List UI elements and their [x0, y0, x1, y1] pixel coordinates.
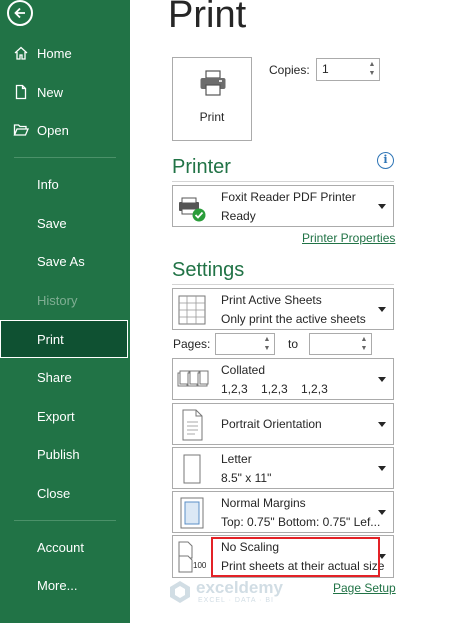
sheet-grid-icon [177, 293, 207, 327]
watermark: exceldemy EXCEL · DATA · BI [168, 578, 318, 608]
backstage-sidebar: Home New Open Info Save Save As History … [0, 0, 130, 623]
highlight-box [211, 537, 380, 577]
print-what-dropdown[interactable]: Print Active Sheets Only print the activ… [172, 288, 394, 330]
sidebar-item-share[interactable]: Share [0, 358, 130, 396]
sidebar-item-close[interactable]: Close [0, 474, 130, 512]
spin-arrows-icon[interactable]: ▲ ▼ [367, 60, 377, 78]
pages-label: Pages: [173, 337, 211, 351]
watermark-logo-icon [170, 581, 190, 603]
print-button[interactable]: Print [172, 57, 252, 141]
chevron-down-icon [378, 422, 386, 427]
pages-from-input[interactable]: ▲ ▼ [215, 333, 275, 355]
sidebar-item-label: Info [37, 176, 59, 192]
open-folder-icon [13, 122, 29, 138]
sidebar-item-more[interactable]: More... [0, 566, 130, 604]
collation-subtitle: 1,2,3 1,2,3 1,2,3 [221, 382, 328, 396]
sidebar-divider [14, 520, 116, 521]
margins-title: Normal Margins [221, 496, 306, 510]
section-divider [172, 181, 394, 182]
printer-name: Foxit Reader PDF Printer [221, 190, 356, 204]
copies-label: Copies: [269, 63, 310, 77]
sidebar-item-account[interactable]: Account [0, 528, 130, 566]
sidebar-item-print[interactable]: Print [0, 320, 128, 358]
page-setup-link[interactable]: Page Setup [333, 581, 396, 595]
sidebar-item-info[interactable]: Info [0, 165, 130, 203]
margins-dropdown[interactable]: Normal Margins Top: 0.75" Bottom: 0.75" … [172, 491, 394, 533]
print-button-label: Print [199, 110, 225, 124]
copies-value: 1 [322, 62, 329, 76]
sidebar-item-history: History [0, 281, 130, 319]
sidebar-item-label: Share [37, 369, 72, 385]
watermark-name: exceldemy [196, 578, 283, 597]
section-divider [172, 284, 394, 285]
page-title: Print [168, 0, 247, 36]
chevron-down-icon [378, 510, 386, 515]
print-what-title: Print Active Sheets [221, 293, 322, 307]
sidebar-item-label: Open [37, 122, 69, 138]
printer-properties-link[interactable]: Printer Properties [302, 231, 395, 245]
sidebar-item-label: History [37, 292, 78, 308]
collation-dropdown[interactable]: Collated 1,2,3 1,2,3 1,2,3 [172, 358, 394, 400]
paper-size-subtitle: 8.5" x 11" [221, 471, 272, 485]
sidebar-item-label: Print [37, 331, 64, 347]
printer-dropdown[interactable]: Foxit Reader PDF Printer Ready [172, 185, 394, 227]
home-icon [13, 45, 29, 61]
sidebar-item-label: Publish [37, 446, 80, 462]
portrait-page-icon [177, 408, 207, 442]
sidebar-item-label: Save [37, 215, 67, 231]
paper-size-dropdown[interactable]: Letter 8.5" x 11" [172, 447, 394, 489]
spin-arrows-icon[interactable]: ▲ ▼ [359, 335, 369, 353]
sidebar-item-label: New [37, 84, 64, 100]
chevron-down-icon [378, 204, 386, 209]
sidebar-item-label: Close [37, 485, 71, 501]
print-what-subtitle: Only print the active sheets [221, 312, 366, 326]
margins-icon [177, 496, 207, 530]
collation-title: Collated [221, 363, 266, 377]
spin-arrows-icon[interactable]: ▲ ▼ [262, 335, 272, 353]
back-arrow-icon[interactable] [7, 0, 33, 26]
scaling-badge: 100 [193, 561, 207, 570]
printer-icon [199, 70, 227, 96]
sidebar-item-label: Save As [37, 253, 85, 269]
watermark-tagline: EXCEL · DATA · BI [198, 597, 274, 604]
orientation-dropdown[interactable]: Portrait Orientation [172, 403, 394, 445]
printer-ready-icon [177, 190, 207, 224]
sidebar-item-label: Account [37, 539, 84, 555]
collated-pages-icon [177, 363, 209, 397]
printer-status: Ready [221, 209, 256, 223]
sidebar-item-save[interactable]: Save [0, 204, 130, 242]
chevron-down-icon [378, 377, 386, 382]
settings-heading: Settings [172, 259, 245, 281]
sidebar-item-label: More... [37, 577, 78, 593]
info-icon[interactable]: i [377, 152, 394, 169]
sidebar-item-publish[interactable]: Publish [0, 435, 130, 473]
sidebar-item-open[interactable]: Open [0, 111, 130, 149]
sidebar-item-new[interactable]: New [0, 73, 130, 111]
sidebar-item-export[interactable]: Export [0, 397, 130, 435]
chevron-down-icon [378, 466, 386, 471]
margins-subtitle: Top: 0.75" Bottom: 0.75" Lef... [221, 515, 381, 529]
sidebar-item-home[interactable]: Home [0, 34, 130, 72]
sidebar-item-label: Home [37, 45, 72, 61]
pages-to-label: to [288, 337, 299, 351]
paper-size-title: Letter [221, 452, 252, 466]
paper-size-icon [177, 452, 207, 486]
copies-stepper[interactable]: 1 ▲ ▼ [316, 58, 380, 81]
printer-heading: Printer [172, 156, 231, 178]
orientation-title: Portrait Orientation [221, 417, 322, 431]
sidebar-item-save-as[interactable]: Save As [0, 242, 130, 280]
sidebar-divider [14, 157, 116, 158]
new-document-icon [13, 84, 29, 100]
sidebar-item-label: Export [37, 408, 75, 424]
chevron-down-icon [378, 307, 386, 312]
pages-to-input[interactable]: ▲ ▼ [309, 333, 372, 355]
